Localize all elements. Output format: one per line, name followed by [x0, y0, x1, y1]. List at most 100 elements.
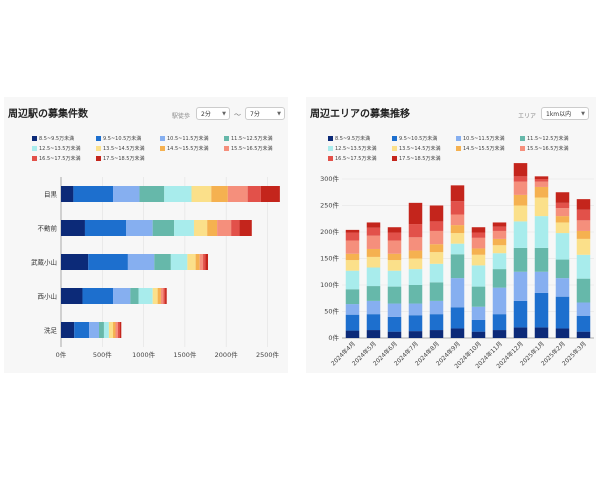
bar-segment[interactable]: [513, 205, 528, 222]
bar-segment[interactable]: [576, 230, 591, 239]
bar-segment[interactable]: [152, 220, 175, 236]
bar-segment[interactable]: [366, 227, 381, 236]
bar-segment[interactable]: [408, 331, 423, 338]
bar-segment[interactable]: [119, 322, 122, 338]
bar-segment[interactable]: [366, 314, 381, 331]
bar-segment[interactable]: [205, 254, 209, 270]
bar-segment[interactable]: [471, 265, 486, 287]
bar-segment[interactable]: [387, 227, 402, 233]
bar-segment[interactable]: [450, 278, 465, 308]
bar-segment[interactable]: [555, 296, 570, 329]
bar-segment[interactable]: [471, 331, 486, 338]
bar-segment[interactable]: [534, 179, 549, 182]
bar-segment[interactable]: [429, 263, 444, 283]
bar-segment[interactable]: [170, 254, 188, 270]
bar-segment[interactable]: [199, 254, 204, 270]
bar-segment[interactable]: [74, 322, 90, 338]
bar-segment[interactable]: [73, 186, 114, 202]
bar-segment[interactable]: [247, 186, 261, 202]
bar-segment[interactable]: [429, 252, 444, 264]
bar-segment[interactable]: [408, 224, 423, 238]
bar-segment[interactable]: [555, 208, 570, 217]
bar-segment[interactable]: [387, 303, 402, 317]
bar-segment[interactable]: [429, 330, 444, 338]
bar-segment[interactable]: [471, 232, 486, 238]
bar-segment[interactable]: [534, 186, 549, 198]
bar-segment[interactable]: [408, 315, 423, 332]
bar-segment[interactable]: [492, 314, 507, 331]
bar-segment[interactable]: [471, 254, 486, 266]
bar-segment[interactable]: [366, 300, 381, 315]
bar-segment[interactable]: [108, 322, 114, 338]
bar-segment[interactable]: [387, 316, 402, 332]
bar-segment[interactable]: [450, 307, 465, 329]
bar-segment[interactable]: [471, 306, 486, 320]
bar-segment[interactable]: [429, 244, 444, 253]
bar-segment[interactable]: [157, 288, 161, 304]
bar-segment[interactable]: [191, 186, 212, 202]
bar-segment[interactable]: [513, 221, 528, 248]
bar-segment[interactable]: [366, 235, 381, 249]
bar-segment[interactable]: [113, 322, 116, 338]
bar-segment[interactable]: [88, 254, 128, 270]
bar-segment[interactable]: [555, 233, 570, 260]
bar-segment[interactable]: [429, 282, 444, 301]
bar-segment[interactable]: [345, 289, 360, 305]
bar-segment[interactable]: [471, 319, 486, 332]
bar-segment[interactable]: [345, 260, 360, 271]
bar-segment[interactable]: [408, 269, 423, 285]
bar-segment[interactable]: [366, 222, 381, 228]
bar-segment[interactable]: [126, 220, 153, 236]
bar-segment[interactable]: [103, 322, 109, 338]
bar-segment[interactable]: [576, 220, 591, 231]
bar-segment[interactable]: [408, 285, 423, 304]
bar-segment[interactable]: [345, 330, 360, 338]
bar-segment[interactable]: [555, 192, 570, 203]
bar-segment[interactable]: [187, 254, 196, 270]
bar-segment[interactable]: [471, 237, 486, 249]
bar-segment[interactable]: [492, 269, 507, 288]
bar-segment[interactable]: [117, 322, 120, 338]
bar-segment[interactable]: [555, 222, 570, 234]
bar-segment[interactable]: [139, 186, 165, 202]
bar-segment[interactable]: [471, 286, 486, 307]
bar-segment[interactable]: [450, 185, 465, 202]
bar-segment[interactable]: [513, 181, 528, 195]
bar-segment[interactable]: [366, 330, 381, 338]
bar-segment[interactable]: [160, 288, 164, 304]
bar-segment[interactable]: [61, 220, 85, 236]
bar-segment[interactable]: [492, 230, 507, 239]
bar-segment[interactable]: [345, 253, 360, 261]
bar-segment[interactable]: [115, 322, 118, 338]
bar-segment[interactable]: [471, 248, 486, 255]
bar-segment[interactable]: [576, 331, 591, 338]
bar-segment[interactable]: [84, 220, 127, 236]
bar-segment[interactable]: [576, 199, 591, 210]
bar-segment[interactable]: [387, 270, 402, 287]
bar-segment[interactable]: [165, 288, 167, 304]
bar-segment[interactable]: [138, 288, 153, 304]
bar-segment[interactable]: [113, 288, 131, 304]
bar-segment[interactable]: [513, 176, 528, 182]
bar-segment[interactable]: [534, 197, 549, 217]
bar-segment[interactable]: [450, 233, 465, 244]
bar-segment[interactable]: [61, 288, 83, 304]
bar-segment[interactable]: [387, 260, 402, 271]
bar-segment[interactable]: [152, 288, 158, 304]
bar-segment[interactable]: [576, 278, 591, 303]
bar-segment[interactable]: [429, 221, 444, 231]
bar-segment[interactable]: [408, 258, 423, 270]
bar-segment[interactable]: [61, 186, 74, 202]
bar-segment[interactable]: [366, 267, 381, 287]
bar-segment[interactable]: [576, 315, 591, 332]
bar-segment[interactable]: [534, 176, 549, 179]
bar-segment[interactable]: [429, 205, 444, 222]
bar-segment[interactable]: [492, 330, 507, 338]
bar-segment[interactable]: [576, 238, 591, 255]
bar-segment[interactable]: [217, 220, 232, 236]
bar-segment[interactable]: [513, 300, 528, 328]
bar-segment[interactable]: [492, 222, 507, 227]
bar-segment[interactable]: [387, 286, 402, 304]
bar-segment[interactable]: [130, 288, 139, 304]
bar-segment[interactable]: [534, 216, 549, 248]
